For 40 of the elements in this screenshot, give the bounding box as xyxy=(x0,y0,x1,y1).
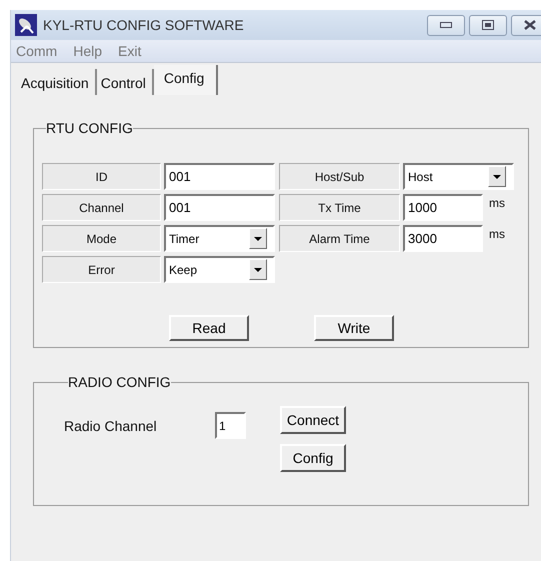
caret-icon xyxy=(254,236,262,240)
caret-icon xyxy=(254,268,262,272)
field-label: Host/Sub xyxy=(279,163,400,190)
field-label: Radio Channel xyxy=(64,418,158,436)
field-label: Channel xyxy=(42,194,161,221)
channel-field[interactable]: 1 xyxy=(215,412,246,439)
field-label: Alarm Time xyxy=(279,225,400,252)
text-field[interactable]: 3000 xyxy=(403,225,483,252)
field-label: ID xyxy=(42,163,161,190)
tab[interactable]: Acquisition xyxy=(17,69,97,95)
field-label: Error xyxy=(42,256,161,283)
window-title: KYL-RTU CONFIG SOFTWARE xyxy=(43,17,245,33)
caret-icon xyxy=(493,174,501,178)
text-field[interactable]: 001 xyxy=(164,194,275,221)
minimize-button[interactable] xyxy=(427,14,465,36)
action-button[interactable]: Write xyxy=(314,315,394,341)
field-label: Mode xyxy=(42,225,161,252)
unit-label: ms xyxy=(489,227,505,241)
group-title: RTU CONFIG xyxy=(46,120,133,136)
tab[interactable]: Config xyxy=(154,65,218,95)
close-button[interactable] xyxy=(511,14,541,36)
menu-item[interactable]: Exit xyxy=(118,43,142,59)
action-button[interactable]: Connect xyxy=(280,406,346,434)
field-label: Tx Time xyxy=(279,194,400,221)
satellite-dish-icon xyxy=(15,14,37,36)
maximize-button[interactable] xyxy=(469,14,507,36)
group-title: RADIO CONFIG xyxy=(68,374,171,390)
unit-label: ms xyxy=(489,196,505,210)
action-button[interactable]: Config xyxy=(280,444,346,472)
minimize-icon xyxy=(440,22,452,28)
dropdown[interactable]: Host xyxy=(403,163,514,190)
text-field[interactable]: 001 xyxy=(164,163,275,190)
menu-item[interactable]: Comm xyxy=(16,43,58,59)
maximize-icon xyxy=(482,20,494,30)
text-field[interactable]: 1000 xyxy=(403,194,483,221)
menu-item[interactable]: Help xyxy=(73,43,102,59)
close-icon xyxy=(524,20,536,30)
action-button[interactable]: Read xyxy=(169,315,249,341)
dropdown[interactable]: Timer xyxy=(164,225,275,252)
dropdown[interactable]: Keep xyxy=(164,256,275,283)
